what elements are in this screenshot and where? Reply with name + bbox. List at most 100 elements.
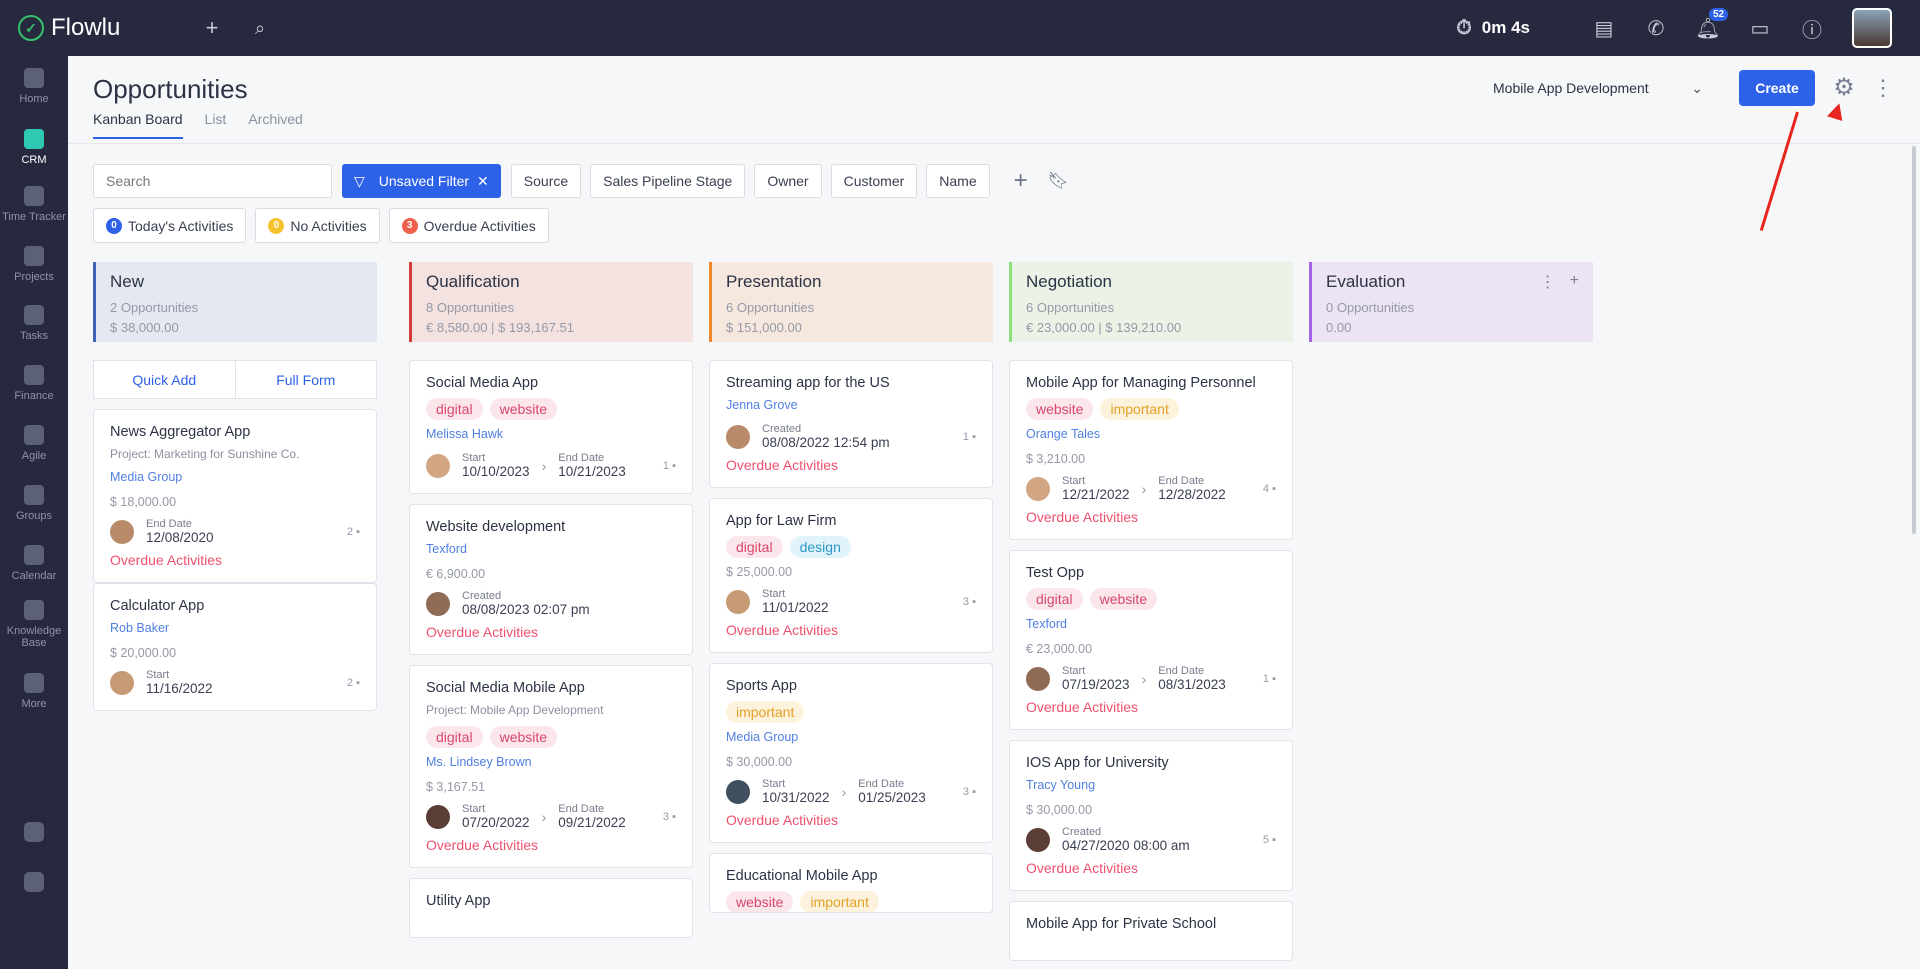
tag-important[interactable]: important [726,701,805,723]
bell-icon[interactable]: 🔔︎ 52 [1682,7,1734,41]
sidebar-item-calendar[interactable]: Calendar [0,533,68,593]
sidebar-item-agile[interactable]: Agile [0,413,68,473]
active-filter-chip[interactable]: ▽ Unsaved Filter ✕ [342,164,501,198]
column-add-icon[interactable]: + [1570,272,1579,292]
gear-icon[interactable]: ⚙ [1830,74,1858,102]
activity-filter-overdue-activities[interactable]: 3 Overdue Activities [388,208,549,243]
close-icon[interactable]: ✕ [477,173,489,190]
filter-owner[interactable]: Owner [754,164,822,198]
tag-design[interactable]: design [789,536,851,558]
sidebar-item-finance[interactable]: Finance [0,353,68,413]
owner-avatar[interactable] [110,519,134,544]
activity-filter-no-activities[interactable]: 0 No Activities [255,208,380,243]
tag-important[interactable]: important [1100,398,1179,420]
phone-icon[interactable]: ✆ [1630,16,1682,41]
tag-digital[interactable]: digital [1026,588,1083,610]
filter-sales-pipeline-stage[interactable]: Sales Pipeline Stage [590,164,746,198]
card-customer[interactable]: Tracy Young [1026,778,1276,792]
comments-count[interactable]: 1 ▪ [1263,673,1276,685]
comments-count[interactable]: 4 ▪ [1263,483,1276,495]
tab-list[interactable]: List [205,111,227,139]
flowlu-icon[interactable] [0,822,68,842]
opportunity-card[interactable]: Streaming app for the US Jenna Grove Creat… [709,360,993,488]
owner-avatar[interactable] [426,804,450,829]
opportunity-card[interactable]: Social Media Mobile App Project: Mobile A… [409,665,693,868]
owner-avatar[interactable] [426,453,450,478]
pipeline-select[interactable]: Mobile App Development ⌄ [1493,80,1703,97]
tag-digital[interactable]: digital [426,398,483,420]
owner-avatar[interactable] [426,591,450,616]
flowlu-logo[interactable]: ✓ Flowlu [18,14,188,42]
tag-website[interactable]: website [489,726,558,748]
scrollbar[interactable] [1912,146,1916,534]
help-icon[interactable]: ⓘ [1786,14,1838,43]
card-customer[interactable]: Media Group [726,730,976,744]
card-customer[interactable]: Ms. Lindsey Brown [426,755,676,769]
card-customer[interactable]: Media Group [110,470,360,484]
card-customer[interactable]: Texford [426,542,676,556]
notes-icon[interactable]: ▤ [1578,16,1630,41]
overdue-activities-link[interactable]: Overdue Activities [426,837,676,853]
sidebar-item-home[interactable]: Home [0,56,68,116]
tag-website[interactable]: website [1089,588,1158,610]
add-icon[interactable]: + [188,15,236,41]
sidebar-item-time-tracker[interactable]: Time Tracker [0,174,68,234]
owner-avatar[interactable] [1026,827,1050,852]
add-filter-icon[interactable]: + [1014,164,1028,198]
bookmark-icon[interactable]: 🔖︎ [1048,171,1070,191]
tag-digital[interactable]: digital [726,536,783,558]
overdue-activities-link[interactable]: Overdue Activities [1026,860,1276,876]
card-customer[interactable]: Melissa Hawk [426,427,676,441]
sidebar-item-tasks[interactable]: Tasks [0,293,68,353]
sidebar-item-more[interactable]: More [0,661,68,721]
opportunity-card[interactable]: App for Law Firm digital design $ 25,000.00… [709,498,993,653]
owner-avatar[interactable] [110,670,134,695]
owner-avatar[interactable] [1026,476,1050,501]
tab-kanban-board[interactable]: Kanban Board [93,111,183,139]
tag-website[interactable]: website [1026,398,1094,420]
column-menu-icon[interactable]: ⋮ [1540,272,1556,292]
sidebar-item-crm[interactable]: CRM [0,117,68,177]
filter-source[interactable]: Source [510,164,582,198]
tag-website[interactable]: website [726,891,794,912]
owner-avatar[interactable] [726,424,750,449]
owner-avatar[interactable] [726,779,750,804]
comments-count[interactable]: 3 ▪ [963,786,976,798]
settings-icon[interactable] [0,872,68,892]
card-customer[interactable]: Rob Baker [110,621,360,635]
comments-count[interactable]: 1 ▪ [963,431,976,443]
activity-filter-today-s-activities[interactable]: 0 Today's Activities [93,208,247,243]
card-customer[interactable]: Texford [1026,617,1276,631]
overdue-activities-link[interactable]: Overdue Activities [726,457,976,473]
sidebar-item-groups[interactable]: Groups [0,473,68,533]
filter-name[interactable]: Name [926,164,990,198]
opportunity-card[interactable]: IOS App for University Tracy Young $ 30,00… [1009,740,1293,891]
time-tracker-timer[interactable]: ⏱ 0m 4s [1456,17,1530,40]
comments-count[interactable]: 2 ▪ [347,677,360,689]
tag-important[interactable]: important [800,891,879,912]
overdue-activities-link[interactable]: Overdue Activities [1026,509,1276,525]
search-input[interactable] [93,164,332,198]
quick-add-button[interactable]: Quick Add [94,361,236,398]
user-avatar[interactable] [1852,8,1892,48]
card-customer[interactable]: Jenna Grove [726,398,976,412]
opportunity-card[interactable]: Calculator App Rob Baker $ 20,000.00 Start 1… [93,583,377,711]
comments-count[interactable]: 5 ▪ [1263,834,1276,846]
chat-icon[interactable]: ▭ [1734,16,1786,41]
tab-archived[interactable]: Archived [248,111,302,139]
owner-avatar[interactable] [1026,666,1050,691]
comments-count[interactable]: 3 ▪ [663,811,676,823]
more-options-icon[interactable]: ⋮ [1872,74,1894,102]
overdue-activities-link[interactable]: Overdue Activities [1026,699,1276,715]
opportunity-card[interactable]: Sports App important Media Group $ 30,000.0… [709,663,993,843]
comments-count[interactable]: 3 ▪ [963,596,976,608]
opportunity-card[interactable]: Utility App [409,878,693,938]
opportunity-card[interactable]: Educational Mobile App website important [709,853,993,913]
overdue-activities-link[interactable]: Overdue Activities [110,552,360,568]
opportunity-card[interactable]: Mobile App for Private School [1009,901,1293,961]
opportunity-card[interactable]: Test Opp digital website Texford € 23,000.00… [1009,550,1293,730]
overdue-activities-link[interactable]: Overdue Activities [726,812,976,828]
opportunity-card[interactable]: Social Media App digital website Melissa Ha… [409,360,693,494]
sidebar-item-knowledge-base[interactable]: Knowledge Base [0,594,68,654]
filter-customer[interactable]: Customer [830,164,918,198]
